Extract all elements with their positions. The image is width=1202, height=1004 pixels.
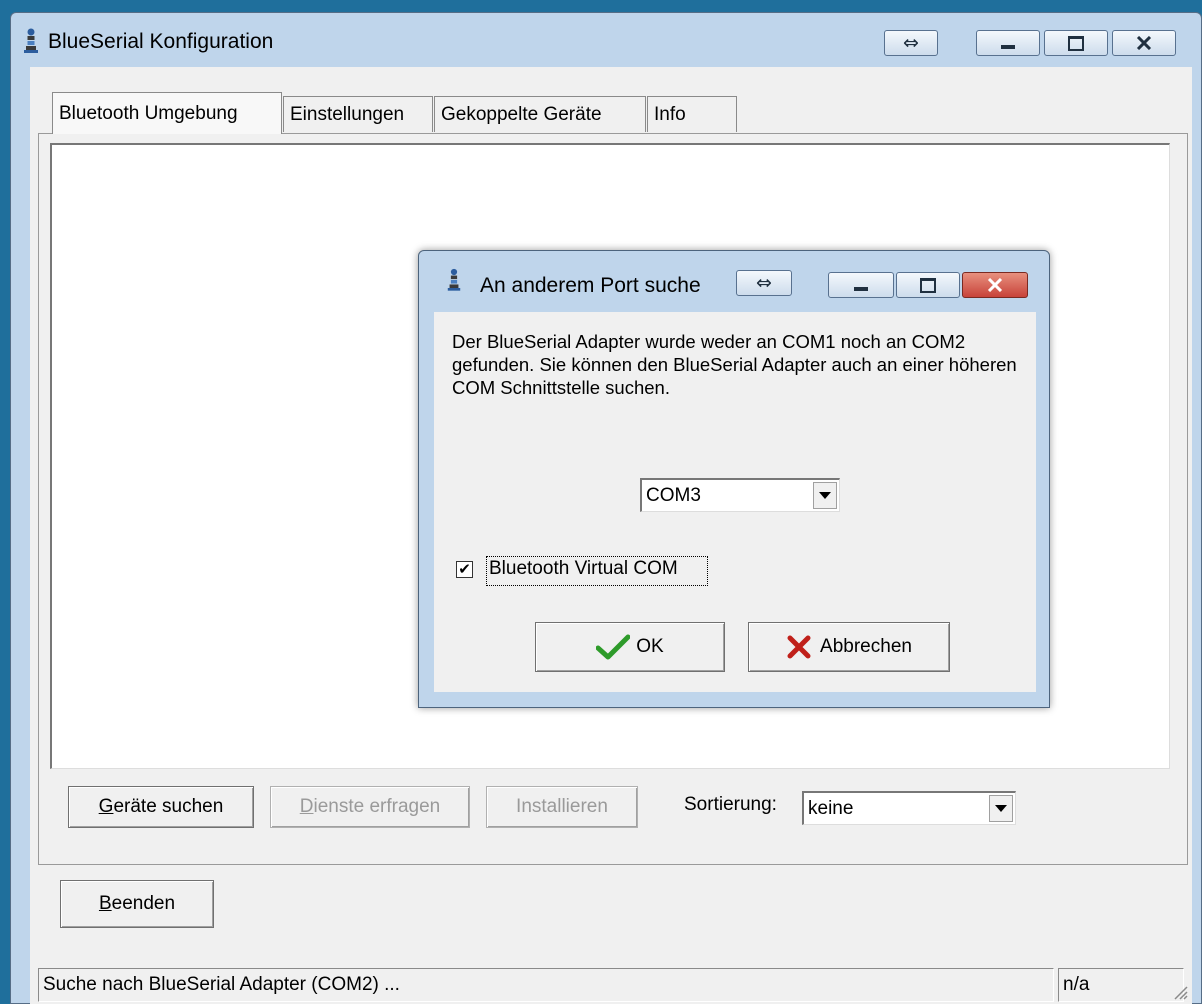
resize-grip-icon[interactable]: [1172, 984, 1188, 1000]
status-right-value: n/a: [1063, 974, 1090, 995]
dialog-maximize-button[interactable]: [896, 272, 960, 298]
exit-label: eenden: [111, 893, 176, 914]
port-value: COM3: [646, 484, 701, 506]
maximize-button[interactable]: [1044, 30, 1108, 56]
dropdown-arrow-icon: [813, 482, 837, 509]
tab-info[interactable]: Info: [647, 96, 737, 132]
port-select[interactable]: COM3: [640, 478, 840, 512]
minimize-icon: [1001, 44, 1015, 49]
window-title: BlueSerial Konfiguration: [48, 30, 274, 53]
checkmark-icon: ✔: [458, 560, 471, 578]
status-text: Suche nach BlueSerial Adapter (COM2) ...: [38, 968, 1054, 1002]
maximize-icon: [920, 277, 936, 293]
tab-label: Gekoppelte Geräte: [441, 103, 602, 125]
close-icon: [987, 278, 1003, 292]
query-services-label: ienste erfragen: [313, 796, 441, 817]
minimize-icon: [854, 286, 868, 291]
snap-button[interactable]: ⇔: [884, 30, 938, 56]
dialog-title: An anderem Port suche: [480, 274, 701, 297]
install-label: Installieren: [516, 796, 608, 817]
cross-icon: [787, 635, 811, 659]
tab-label: Info: [654, 103, 686, 125]
bluetooth-tower-icon: [447, 268, 461, 291]
search-devices-button[interactable]: Geräte suchen: [68, 786, 254, 828]
search-devices-mnemonic: G: [98, 796, 114, 817]
checkmark-icon: [596, 634, 631, 660]
checkbox-label[interactable]: Bluetooth Virtual COM: [489, 558, 678, 580]
snap-arrows-icon: ⇔: [756, 271, 772, 294]
sort-label: Sortierung:: [684, 794, 777, 815]
dialog-minimize-button[interactable]: [828, 272, 894, 298]
bluetooth-tower-icon: [24, 28, 38, 53]
bluetooth-virtual-com-checkbox[interactable]: ✔: [456, 561, 473, 578]
exit-mnemonic: B: [98, 893, 112, 914]
dialog-close-button[interactable]: [962, 272, 1028, 298]
status-right: n/a: [1058, 968, 1184, 1002]
close-button[interactable]: [1112, 30, 1176, 56]
status-bar: Suche nach BlueSerial Adapter (COM2) ...…: [38, 968, 1188, 1002]
query-services-mnemonic: D: [299, 796, 314, 817]
cancel-label: Abbrechen: [820, 636, 912, 657]
exit-button[interactable]: Beenden: [60, 880, 214, 928]
ok-label: OK: [636, 636, 664, 657]
tab-bluetooth-umgebung[interactable]: Bluetooth Umgebung: [52, 92, 282, 134]
close-icon: [1136, 36, 1152, 50]
search-devices-label: eräte suchen: [113, 796, 224, 817]
dialog-snap-button[interactable]: ⇔: [736, 270, 792, 296]
minimize-button[interactable]: [976, 30, 1040, 56]
tab-label: Bluetooth Umgebung: [59, 102, 238, 124]
tab-gekoppelte-geraete[interactable]: Gekoppelte Geräte: [434, 96, 646, 132]
sort-value: keine: [808, 797, 854, 819]
dialog-message: Der BlueSerial Adapter wurde weder an CO…: [452, 331, 1017, 398]
query-services-button[interactable]: Dienste erfragen: [270, 786, 470, 828]
tab-label: Einstellungen: [290, 103, 405, 125]
dropdown-arrow-icon: [989, 795, 1013, 822]
cancel-button[interactable]: Abbrechen: [748, 622, 950, 672]
ok-button[interactable]: OK: [535, 622, 725, 672]
install-button[interactable]: Installieren: [486, 786, 638, 828]
sort-select[interactable]: keine: [802, 791, 1016, 825]
maximize-icon: [1068, 35, 1084, 51]
snap-arrows-icon: ⇔: [903, 31, 919, 54]
tab-einstellungen[interactable]: Einstellungen: [283, 96, 433, 132]
